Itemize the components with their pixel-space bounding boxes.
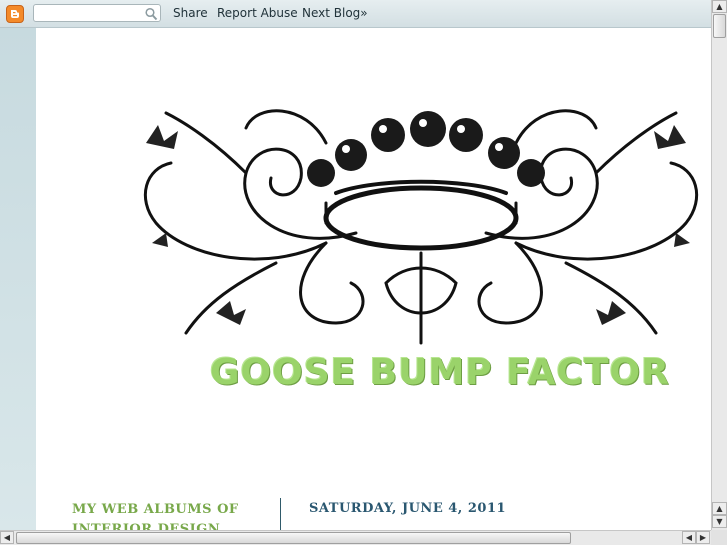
sidebar-heading: MY WEB ALBUMS OF INTERIOR DESIGN JOBS [72, 502, 239, 530]
scroll-up-bottom-button[interactable]: ▲ [712, 502, 727, 515]
vertical-scroll-thumb[interactable] [713, 14, 726, 38]
vertical-scrollbar[interactable]: ▲ ▲ ▼ [711, 0, 727, 530]
page-side-background [0, 28, 36, 530]
blogger-navbar: Share Report Abuse Next Blog» [0, 0, 711, 28]
column-divider [280, 498, 281, 530]
blog-title[interactable]: GOOSE BUMP FACTOR [210, 352, 670, 393]
scroll-right-button[interactable]: ▶ [696, 531, 710, 544]
post-date-header: SATURDAY, JUNE 4, 2011 [309, 501, 507, 516]
search-input[interactable] [36, 6, 144, 20]
horizontal-scroll-thumb[interactable] [16, 532, 571, 544]
search-box [33, 4, 161, 22]
blog-content: GOOSE BUMP FACTOR MY WEB ALBUMS OF INTER… [36, 28, 711, 530]
next-blog-link[interactable]: Next Blog» [302, 6, 368, 20]
report-abuse-link[interactable]: Report Abuse [217, 6, 298, 20]
scroll-left-end-button[interactable]: ◀ [682, 531, 696, 544]
share-link[interactable]: Share [173, 6, 208, 20]
scroll-up-button[interactable]: ▲ [712, 0, 727, 13]
scroll-down-button[interactable]: ▼ [712, 515, 727, 528]
scrollbar-corner [711, 530, 727, 545]
scroll-left-button[interactable]: ◀ [0, 531, 14, 544]
search-icon[interactable] [145, 6, 158, 25]
horizontal-scrollbar[interactable]: ◀ ◀ ▶ [0, 530, 711, 545]
crown-ornament-image [143, 109, 699, 345]
blogger-logo-icon[interactable] [6, 5, 24, 23]
